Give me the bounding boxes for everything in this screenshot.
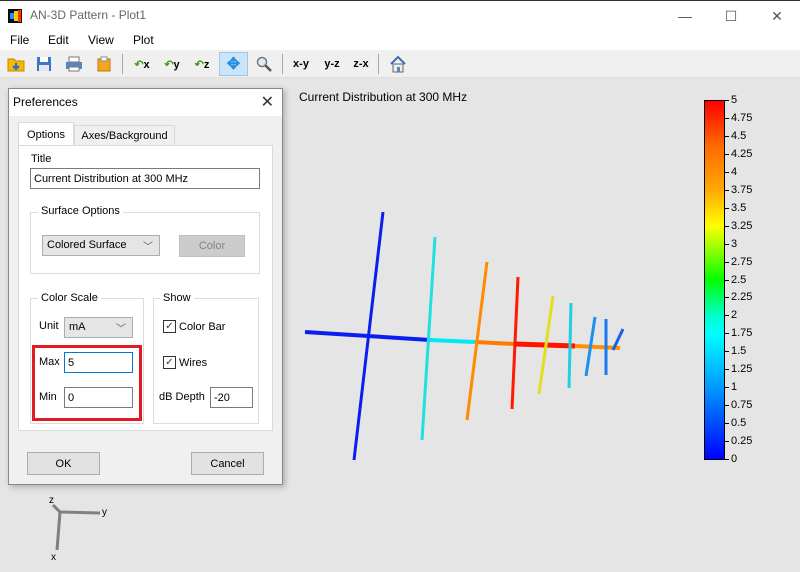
preferences-dialog: Preferences ✕ Options Axes/Background Ti…: [8, 88, 283, 485]
colorbar-tick: [724, 423, 729, 425]
colorbar-tick-label: 1: [731, 381, 738, 394]
db-depth-input[interactable]: [210, 387, 253, 408]
colorbar-tick-label: 2.5: [731, 273, 747, 286]
cancel-button[interactable]: Cancel: [191, 452, 264, 475]
max-min-highlight-box: [32, 345, 142, 421]
colorbar-tick: [724, 189, 729, 191]
colorbar-tick-label: 1.75: [731, 327, 753, 340]
colorbar-tick-label: 0.5: [731, 417, 747, 430]
colorbar-tick: [724, 279, 729, 281]
colorbar-tick: [724, 333, 729, 335]
colorbar-tick-label: 5: [731, 94, 738, 106]
tab-axes-background[interactable]: Axes/Background: [74, 125, 175, 146]
axis-z-label: z: [49, 495, 54, 506]
colorbar-tick: [724, 225, 729, 227]
chevron-down-icon: ﹀: [116, 324, 126, 335]
show-label: Show: [160, 292, 194, 304]
colorbar-tick: [724, 441, 729, 443]
wires-label: Wires: [179, 357, 208, 369]
colorbar-tick-label: 2.25: [731, 291, 753, 304]
ok-button[interactable]: OK: [27, 452, 100, 475]
dialog-title: Preferences: [13, 95, 78, 109]
dialog-titlebar: Preferences ✕: [9, 89, 282, 116]
colorbar-tick: [724, 369, 729, 371]
unit-select-value: mA: [69, 321, 86, 333]
color-bar-checkbox[interactable]: ✓: [163, 320, 176, 333]
colorbar-tick: [724, 459, 729, 460]
colorbar-tick-label: 2: [731, 309, 738, 322]
colorbar-tick: [724, 405, 729, 407]
colorbar: [704, 100, 725, 460]
color-scale-label: Color Scale: [38, 292, 101, 304]
colorbar-tick-label: 0.25: [731, 435, 753, 448]
colorbar-tick: [724, 100, 729, 101]
colorbar-tick: [724, 351, 729, 353]
colorbar-tick: [724, 171, 729, 173]
surface-select-value: Colored Surface: [47, 239, 127, 251]
boom-segment: [429, 338, 476, 344]
color-button[interactable]: Color: [179, 235, 245, 257]
colorbar-tick: [724, 207, 729, 209]
colorbar-tick-label: 0.75: [731, 399, 753, 412]
colorbar-tick-label: 1.5: [731, 345, 747, 358]
colorbar-tick: [724, 315, 729, 317]
colorbar-tick-label: 3.75: [731, 183, 753, 196]
tab-options[interactable]: Options: [18, 122, 74, 146]
colorbar-tick: [724, 243, 729, 245]
colorbar-tick-label: 3.25: [731, 219, 753, 232]
director-element: [567, 302, 573, 389]
chevron-down-icon: ﹀: [143, 242, 153, 253]
colorbar-tick-label: 0: [731, 453, 738, 465]
colorbar-tick: [724, 135, 729, 137]
colorbar-tick: [724, 261, 729, 263]
colorbar-tick-label: 1.25: [731, 363, 753, 376]
unit-select[interactable]: mA ﹀: [64, 317, 133, 338]
colorbar-tick-label: 3: [731, 237, 738, 250]
dialog-close-button[interactable]: ✕: [261, 92, 274, 112]
colorbar-tick-label: 4.25: [731, 147, 753, 160]
colorbar-tick-label: 4.75: [731, 111, 753, 124]
unit-label: Unit: [39, 320, 59, 332]
colorbar-tick-label: 4: [731, 165, 738, 178]
title-input[interactable]: [30, 168, 260, 189]
db-depth-label: dB Depth: [159, 391, 205, 403]
colorbar-tick: [724, 153, 729, 155]
surface-options-label: Surface Options: [38, 205, 123, 217]
colorbar-tick-label: 4.5: [731, 129, 747, 142]
axis-y-label: y: [102, 507, 107, 518]
color-bar-label: Color Bar: [179, 321, 226, 333]
colorbar-tick: [724, 387, 729, 389]
title-label: Title: [31, 153, 52, 165]
colorbar-tick: [724, 117, 729, 119]
wires-checkbox[interactable]: ✓: [163, 356, 176, 369]
surface-select[interactable]: Colored Surface ﹀: [42, 235, 160, 256]
colorbar-tick-label: 3.5: [731, 201, 747, 214]
boom-segment: [474, 340, 516, 346]
colorbar-tick: [724, 297, 729, 299]
axis-x-label: x: [51, 552, 56, 563]
colorbar-tick-label: 2.75: [731, 255, 753, 268]
axes-triad: z y x: [49, 495, 107, 563]
